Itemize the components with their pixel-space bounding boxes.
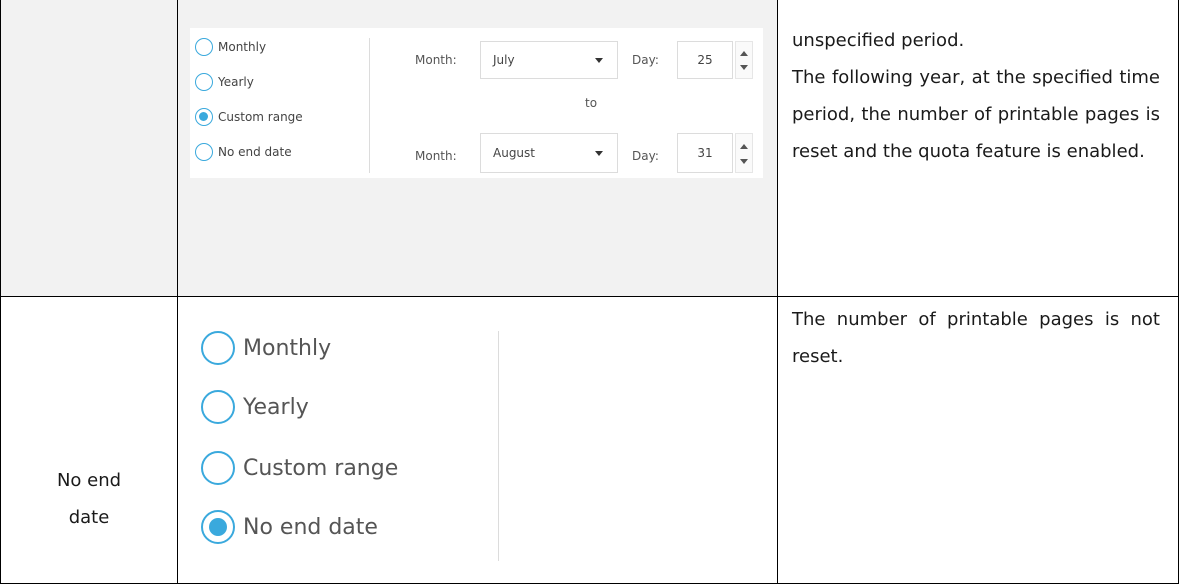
row1-description-cell: unspecified period. The following year, … [778,0,1178,296]
period-settings-panel-zoomed: Monthly Yearly Custom range No end date [190,311,550,569]
radio-button[interactable] [195,73,213,91]
radio-option-no-end-date[interactable]: No end date [201,510,378,544]
chevron-down-icon [595,58,603,63]
start-day-label: Day: [632,53,659,67]
row1-label-cell [1,0,177,296]
end-month-label: Month: [415,149,457,163]
radio-button-selected[interactable] [195,108,213,126]
table-border-left [0,0,1,584]
arrow-up-icon[interactable] [740,51,748,56]
row2-label: No end date [56,470,122,528]
start-day-value: 25 [697,53,713,67]
table-row-divider [0,296,1179,297]
row2-description-cell: The number of printable pages is not res… [778,297,1178,584]
end-day-value: 31 [697,146,713,160]
radio-button[interactable] [195,143,213,161]
radio-label: No end date [218,145,292,159]
arrow-up-icon[interactable] [740,144,748,149]
arrow-down-icon[interactable] [740,159,748,164]
radio-label: Yearly [218,75,254,89]
radio-label: Monthly [243,335,332,361]
row2-description-text: The number of printable pages is not res… [792,309,1160,367]
radio-label: Custom range [243,455,399,481]
end-month-select[interactable]: August [480,133,618,173]
table-column-divider [177,0,178,584]
radio-option-no-end-date[interactable]: No end date [195,143,292,161]
panel-divider [498,331,499,561]
start-day-stepper[interactable] [735,41,753,79]
radio-option-monthly[interactable]: Monthly [195,38,266,56]
radio-button-selected[interactable] [201,510,235,544]
end-month-value: August [493,146,535,160]
row1-description-line: unspecified period. [792,30,965,51]
radio-option-custom-range[interactable]: Custom range [195,108,303,126]
start-month-value: July [493,53,515,67]
period-settings-panel: Monthly Yearly Custom range No end date … [190,28,763,178]
radio-label: Custom range [218,110,303,124]
radio-option-monthly[interactable]: Monthly [201,331,331,365]
radio-label: Yearly [243,394,309,420]
panel-divider [369,38,370,173]
radio-label: No end date [243,514,378,540]
end-day-label: Day: [632,149,659,163]
start-month-select[interactable]: July [480,41,618,79]
chevron-down-icon [595,151,603,156]
end-day-input[interactable]: 31 [677,133,733,173]
radio-option-yearly[interactable]: Yearly [195,73,254,91]
radio-option-yearly[interactable]: Yearly [201,390,309,424]
start-month-label: Month: [415,53,457,67]
radio-option-custom-range[interactable]: Custom range [201,451,398,485]
radio-button[interactable] [201,331,235,365]
radio-button[interactable] [195,38,213,56]
radio-button[interactable] [201,451,235,485]
radio-label: Monthly [218,40,267,54]
document-table: unspecified period. The following year, … [0,0,1179,584]
range-to-label: to [585,96,598,110]
table-column-divider [777,0,778,584]
row2-label-cell: No end date [1,297,177,584]
radio-button[interactable] [201,390,235,424]
arrow-down-icon[interactable] [740,65,748,70]
start-day-input[interactable]: 25 [677,41,733,79]
end-day-stepper[interactable] [735,133,753,173]
row1-description-text: The following year, at the specified tim… [792,67,1160,162]
